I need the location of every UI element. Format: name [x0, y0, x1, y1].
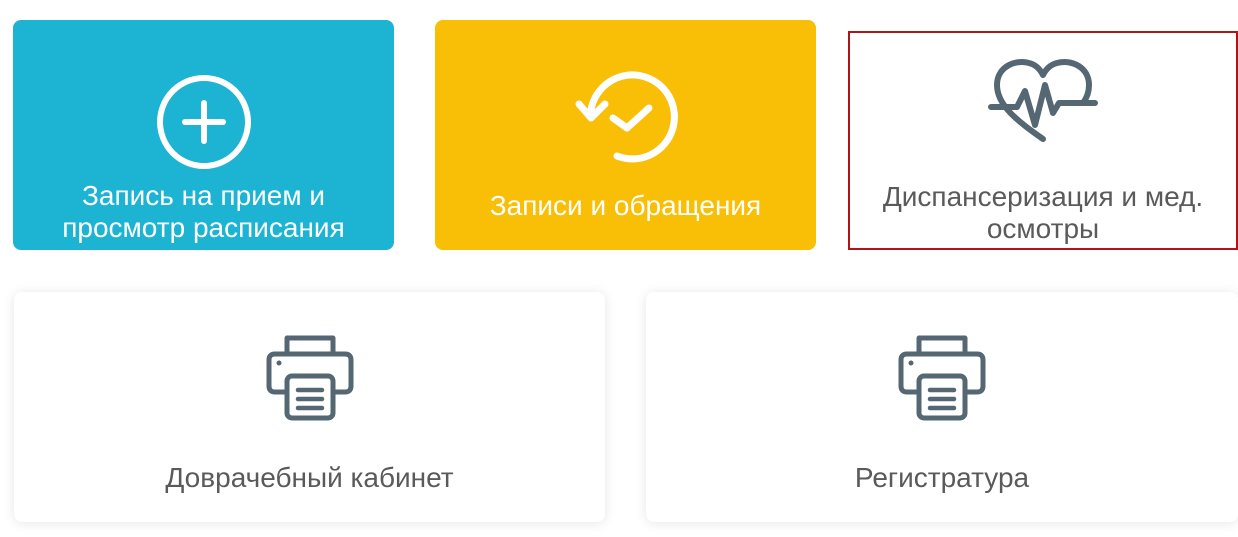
printer-icon	[266, 335, 353, 421]
plus-circle-icon	[156, 75, 251, 169]
heart-pulse-icon	[988, 59, 1098, 142]
tile-registry-label: Регистратура	[854, 462, 1030, 493]
tile-records[interactable]: Записи и обращения	[435, 20, 816, 250]
tile-appointment[interactable]: Запись на прием и просмотр расписания	[13, 20, 394, 250]
tile-registry[interactable]: Регистратура	[646, 292, 1238, 522]
tile-prehospital-label: Доврачебный кабинет	[165, 462, 454, 493]
clock-check-icon	[575, 71, 678, 163]
printer-icon	[898, 335, 986, 421]
tile-appointment-label: Запись на прием и просмотр расписания	[62, 180, 345, 243]
tile-prehospital[interactable]: Доврачебный кабинет	[14, 292, 605, 522]
tile-records-label: Записи и обращения	[489, 190, 762, 221]
tile-dispensary-label: Диспансеризация и мед. осмотры	[882, 181, 1204, 244]
tile-dispensary[interactable]: Диспансеризация и мед. осмотры	[848, 31, 1238, 250]
